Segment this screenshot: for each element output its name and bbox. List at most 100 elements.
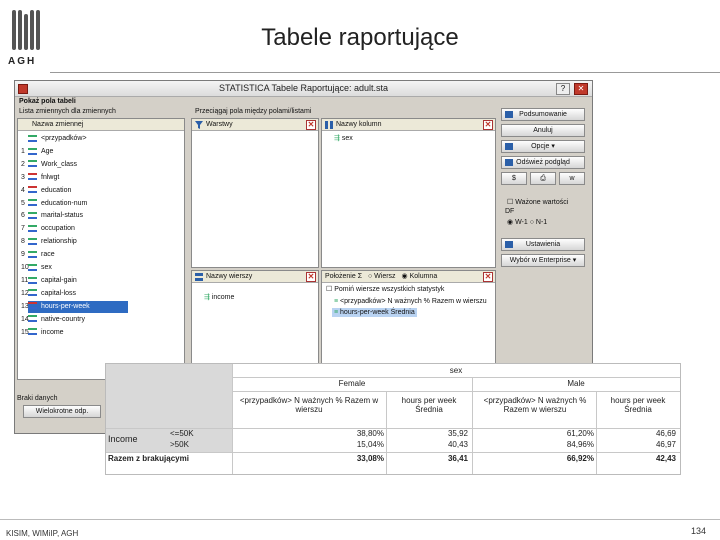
layouts-button[interactable]: Ustawienia xyxy=(501,238,585,251)
variable-icon xyxy=(28,237,37,245)
variables-list: Nazwa zmiennej <przypadków> 1 Age 2 Work_cla… xyxy=(17,118,185,380)
variable-item[interactable]: occupation xyxy=(28,223,168,235)
group-header: sex xyxy=(449,366,463,375)
table-cell: 46,69 xyxy=(655,429,676,438)
statistic-item[interactable]: ≡ <przypadków> N ważnych % Razem w wiers… xyxy=(332,297,489,306)
close-window-button[interactable]: ✕ xyxy=(574,83,588,95)
clear-columns-icon[interactable]: ✕ xyxy=(483,120,493,130)
table-cell: 46,97 xyxy=(655,440,676,449)
layouts-icon xyxy=(505,241,513,248)
variable-icon: ⇶ xyxy=(334,135,342,142)
variable-item[interactable]: relationship xyxy=(28,236,168,248)
table-cell: 35,92 xyxy=(447,429,468,438)
fields-area-label: Przeciągaj pola między polami/listami xyxy=(195,108,312,115)
variable-name: race xyxy=(41,251,55,259)
variable-item[interactable]: fnlwgt xyxy=(28,172,168,184)
columns-dropzone[interactable]: Nazwy kolumn ✕ ⇶ sex xyxy=(321,118,496,268)
col-header: <przypadków> N ważnych % Razem w wierszu xyxy=(239,396,379,414)
variable-item[interactable]: native-country xyxy=(28,314,168,326)
variable-name: hours-per-week xyxy=(41,302,90,310)
layers-dropzone[interactable]: Warstwy ✕ xyxy=(191,118,319,268)
variable-item[interactable]: marital-status xyxy=(28,210,168,222)
show-fields-label: Pokaż pola tabeli xyxy=(19,98,76,105)
table-cell: 42,43 xyxy=(655,454,676,463)
multiple-responses-button[interactable]: Wielokrotne odp. xyxy=(23,405,101,418)
weight-icon[interactable]: w xyxy=(559,172,585,185)
position-rows-radio[interactable]: ○ Wiersz xyxy=(368,273,396,280)
variable-number: 2 xyxy=(21,160,25,168)
variable-item[interactable]: race xyxy=(28,249,168,261)
variable-number: 5 xyxy=(21,199,25,207)
layers-label: Warstwy xyxy=(206,121,233,128)
title-divider xyxy=(50,72,720,73)
weights-checkbox[interactable]: ☐ Ważone wartości xyxy=(507,198,568,206)
variable-item[interactable]: capital-gain xyxy=(28,275,168,287)
variable-icon xyxy=(28,302,37,310)
df-options[interactable]: ◉ W-1 ○ N-1 xyxy=(507,218,547,226)
col-header: hours per week Średnia xyxy=(610,396,666,414)
help-button[interactable]: ? xyxy=(556,83,570,95)
update-icon xyxy=(505,159,513,166)
variable-item[interactable]: hours-per-week xyxy=(28,300,128,313)
filter-icon xyxy=(195,121,203,129)
window-titlebar: STATISTICA Tabele Raportujące: adult.sta… xyxy=(15,81,592,97)
variable-item[interactable]: <przypadków> xyxy=(28,133,168,145)
cancel-button[interactable]: Anuluj xyxy=(501,124,585,137)
slide-title: Tabele raportujące xyxy=(261,24,459,51)
options-icon xyxy=(505,143,513,150)
variable-item[interactable]: education-num xyxy=(28,198,168,210)
variable-icon xyxy=(28,276,37,284)
clear-layers-icon[interactable]: ✕ xyxy=(306,120,316,130)
variable-icon xyxy=(28,224,37,232)
variable-item[interactable]: education xyxy=(28,185,168,197)
variable-item[interactable]: Work_class xyxy=(28,159,168,171)
variable-item[interactable]: capital-loss xyxy=(28,288,168,300)
variable-item[interactable]: Age xyxy=(28,146,168,158)
variable-icon xyxy=(28,134,37,142)
row-label: <=50K xyxy=(170,429,194,438)
printer-icon[interactable]: ⎙ xyxy=(530,172,556,185)
variable-icon xyxy=(28,315,37,323)
column-item[interactable]: ⇶ sex xyxy=(334,134,353,142)
variable-name: education xyxy=(41,186,72,194)
variable-name: relationship xyxy=(41,238,77,246)
variable-number: 9 xyxy=(21,251,25,259)
variables-header: Nazwa zmiennej xyxy=(18,119,184,131)
variable-icon xyxy=(28,212,37,220)
page-number: 134 xyxy=(690,526,706,536)
update-preview-button[interactable]: Odśwież podgląd xyxy=(501,156,585,169)
variable-item[interactable]: sex xyxy=(28,262,168,274)
summary-button[interactable]: Podsumowanie xyxy=(501,108,585,121)
group-male: Male xyxy=(567,379,585,388)
table-cell: 15,04% xyxy=(356,440,384,449)
window-title: STATISTICA Tabele Raportujące: adult.sta xyxy=(218,83,389,93)
table-cell: 36,41 xyxy=(447,454,468,463)
variable-icon xyxy=(28,160,37,168)
footer-divider xyxy=(0,519,720,520)
enterprise-button[interactable]: Wybór w Enterprise ▾ xyxy=(501,254,585,267)
row-item[interactable]: ⇶ income xyxy=(204,293,234,301)
variable-name: capital-loss xyxy=(41,289,77,297)
variable-name: income xyxy=(41,328,64,336)
show-all-stats-checkbox[interactable]: ☐ Pomiń wiersze wszystkich statystyk xyxy=(326,285,444,293)
column-names-label: Nazwy kolumn xyxy=(336,121,382,128)
dollar-icon[interactable]: $ xyxy=(501,172,527,185)
result-table: sex Female Male <przypadków> N ważnych %… xyxy=(105,363,681,475)
options-button[interactable]: Opcje ▾ xyxy=(501,140,585,153)
clear-rows-icon[interactable]: ✕ xyxy=(306,272,316,282)
statistic-item[interactable]: ≡ hours-per-week Średnia xyxy=(332,308,417,317)
variable-name: sex xyxy=(41,264,52,271)
variable-icon xyxy=(28,250,37,258)
position-columns-radio[interactable]: ◉ Kolumna xyxy=(402,273,438,280)
variable-item[interactable]: income xyxy=(28,327,168,339)
clear-stats-icon[interactable]: ✕ xyxy=(483,272,493,282)
variable-number: 3 xyxy=(21,173,25,181)
group-female: Female xyxy=(338,379,366,388)
col-header: hours per week Średnia xyxy=(401,396,457,414)
variable-name: capital-gain xyxy=(41,276,77,284)
variable-name: Work_class xyxy=(41,160,78,168)
variable-icon: ⇶ xyxy=(204,294,212,301)
variable-name: native-country xyxy=(41,315,85,323)
column-item-label: sex xyxy=(341,135,353,142)
variable-name: <przypadków> xyxy=(41,135,87,142)
